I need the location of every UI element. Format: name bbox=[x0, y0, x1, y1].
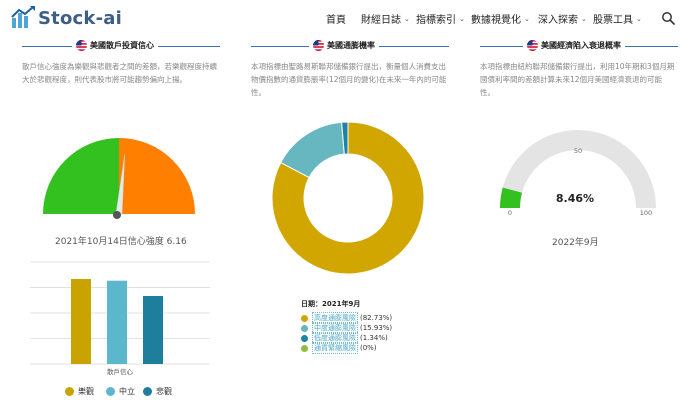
nav-item-label: 首頁 bbox=[326, 15, 346, 26]
legend-swatch bbox=[301, 334, 308, 342]
section-title-text: 美國經濟陷入衰退概率 bbox=[541, 41, 621, 50]
legend-swatch bbox=[301, 344, 308, 352]
recession-description: 本項指標由紐約聯邦儲備銀行提出，利用10年期和3個月期國債利率間的差額計算未來1… bbox=[480, 62, 675, 97]
gauge-value-label: 8.46% bbox=[556, 192, 594, 205]
gauge-tick-label: 50 bbox=[574, 147, 582, 155]
nav-item-index[interactable]: 指標索引 ⌄ bbox=[416, 11, 465, 27]
legend-label: 悲觀 bbox=[156, 387, 172, 396]
inflation-date: 日期：2021年9月 bbox=[301, 300, 361, 308]
inflation-donut-chart bbox=[271, 121, 425, 275]
nav-item-visualization[interactable]: 數據視覺化 ⌄ bbox=[471, 11, 530, 27]
legend-swatch bbox=[301, 324, 308, 332]
chevron-down-icon: ⌄ bbox=[636, 14, 642, 23]
legend-label: 樂觀 bbox=[78, 387, 94, 396]
consumer-description: 散戶信心強度為樂觀與悲觀者之間的差額，若樂觀程度持續大於悲觀程度，則代表股市將可… bbox=[22, 62, 217, 84]
us-flag-icon bbox=[313, 40, 324, 51]
site-header: Stock-ai 首頁 財經日誌 ⌄ 指標索引 ⌄ 數據視覺化 ⌄ 深入探索 ⌄… bbox=[0, 0, 700, 36]
consumer-bar-chart: 散戶信心 bbox=[30, 261, 210, 376]
legend-value: (15.93%) bbox=[360, 324, 393, 332]
nav-item-explore[interactable]: 深入探索 ⌄ bbox=[538, 11, 587, 27]
inflation-legend-item[interactable]: 通貨緊縮風險 (0%) bbox=[301, 342, 377, 354]
legend-swatch bbox=[65, 387, 74, 396]
nav-item-stock-tools[interactable]: 股票工具 ⌄ bbox=[593, 11, 642, 27]
section-title-text: 美國散戶投資信心 bbox=[90, 41, 154, 50]
gauge-slice-1 bbox=[119, 138, 195, 214]
gauge-tick-label: 100 bbox=[640, 209, 652, 217]
section-title-consumer: 美國散戶投資信心 bbox=[72, 40, 158, 51]
legend-swatch bbox=[301, 314, 308, 322]
nav-item-label: 數據視覺化 bbox=[471, 15, 521, 26]
bar-legend-bullish[interactable]: 樂觀 bbox=[65, 386, 94, 397]
us-flag-icon bbox=[76, 40, 87, 51]
bar-0[interactable] bbox=[71, 279, 91, 364]
recession-caption: 2022年9月 bbox=[552, 238, 599, 248]
nav-item-label: 指標索引 bbox=[416, 15, 456, 26]
chevron-down-icon: ⌄ bbox=[459, 14, 465, 23]
recession-gauge: 0 50 100 8.46% bbox=[500, 130, 656, 217]
bar-2[interactable] bbox=[143, 296, 163, 364]
nav-item-label: 股票工具 bbox=[593, 15, 633, 26]
search-icon[interactable] bbox=[661, 11, 675, 25]
legend-value: (1.34%) bbox=[360, 334, 388, 342]
nav-item-label: 財經日誌 bbox=[361, 15, 401, 26]
chevron-down-icon: ⌄ bbox=[581, 14, 587, 23]
nav-item-home[interactable]: 首頁 bbox=[326, 11, 346, 26]
chevron-down-icon: ⌄ bbox=[524, 14, 530, 23]
gauge-tick-label: 0 bbox=[508, 209, 512, 217]
us-flag-icon bbox=[527, 40, 538, 51]
legend-value: (0%) bbox=[360, 344, 377, 352]
consumer-confidence-gauge bbox=[43, 138, 195, 219]
chevron-down-icon: ⌄ bbox=[404, 14, 410, 23]
section-title-inflation: 美國通膨機率 bbox=[309, 40, 379, 51]
gauge-hub bbox=[113, 211, 121, 219]
gauge-slice-0 bbox=[43, 138, 119, 214]
legend-value: (82.73%) bbox=[360, 314, 393, 322]
bar-category-label: 散戶信心 bbox=[107, 367, 134, 376]
inflation-description: 本項指標由聖路易斯聯邦儲備銀行提出，衡量個人消費支出物價指數的通貨膨脹率(12個… bbox=[251, 62, 447, 97]
bar-legend-neutral[interactable]: 中立 bbox=[106, 386, 135, 397]
section-title-recession: 美國經濟陷入衰退概率 bbox=[523, 40, 625, 51]
main-nav: 首頁 財經日誌 ⌄ 指標索引 ⌄ 數據視覺化 ⌄ 深入探索 ⌄ 股票工具 ⌄ bbox=[0, 11, 700, 27]
consumer-caption: 2021年10月14日信心強度 6.16 bbox=[55, 237, 187, 247]
section-title-text: 美國通膨機率 bbox=[327, 41, 375, 50]
legend-swatch bbox=[106, 387, 115, 396]
legend-label: 中立 bbox=[119, 387, 135, 396]
bar-1[interactable] bbox=[107, 280, 127, 364]
nav-item-label: 深入探索 bbox=[538, 15, 578, 26]
legend-label: 通貨緊縮風險 bbox=[312, 342, 358, 354]
bar-legend-bearish[interactable]: 悲觀 bbox=[143, 386, 172, 397]
nav-item-journal[interactable]: 財經日誌 ⌄ bbox=[361, 11, 410, 27]
legend-swatch bbox=[143, 387, 152, 396]
